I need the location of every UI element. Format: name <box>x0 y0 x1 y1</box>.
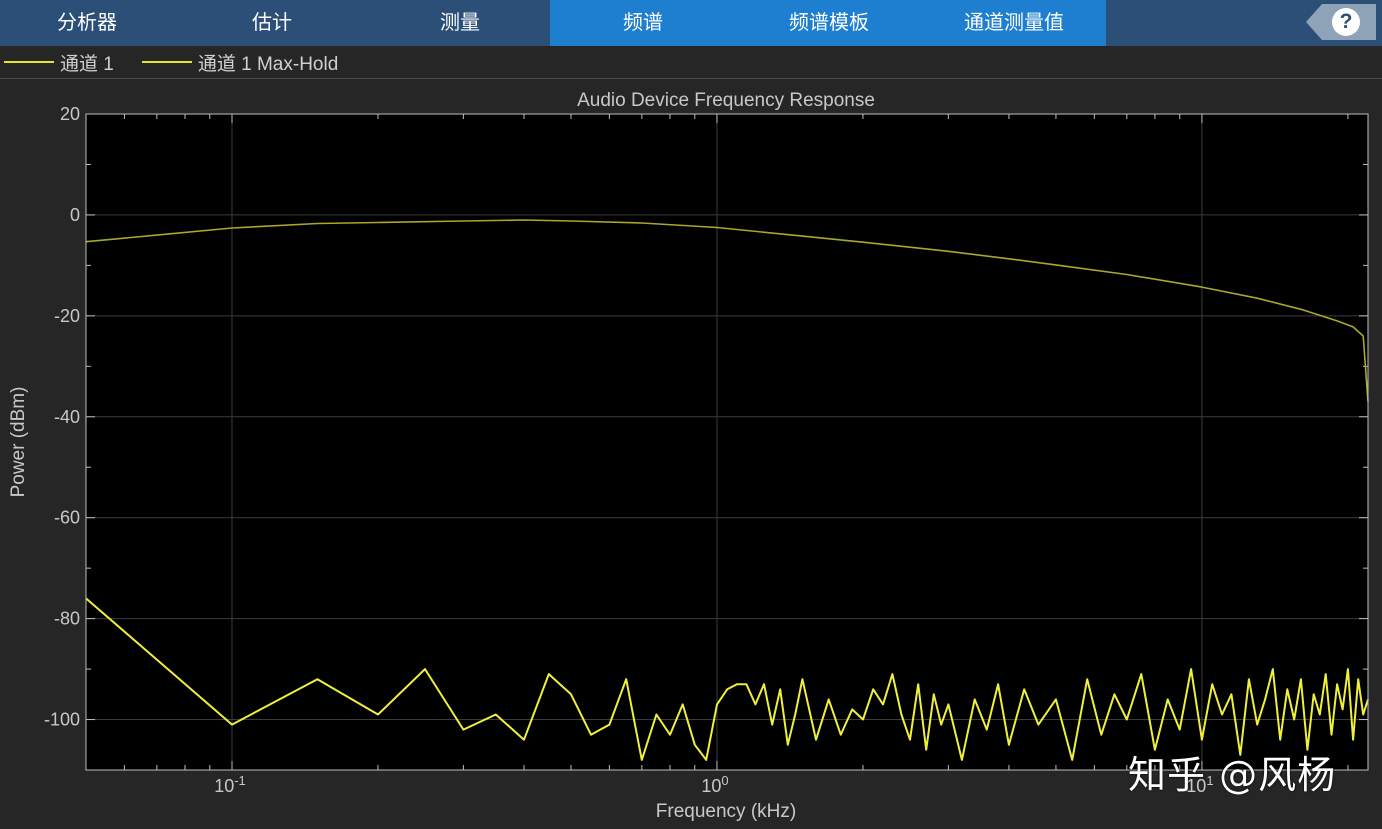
x-tick-label: 100 <box>701 773 728 796</box>
y-tick-label: -40 <box>54 407 80 427</box>
tab-spectral-mask[interactable]: 频谱模板 <box>736 0 922 46</box>
tab-analyzer[interactable]: 分析器 <box>0 0 174 46</box>
legend-item-channel-1[interactable]: 通道 1 <box>4 49 114 76</box>
legend-label: 通道 1 Max-Hold <box>197 53 339 75</box>
legend-label: 通道 1 <box>60 53 114 75</box>
legend-line-swatch-icon <box>141 61 192 63</box>
x-axis-label: Frequency (kHz) <box>656 801 796 822</box>
y-axis-label: Power (dBm) <box>8 387 29 498</box>
tab-estimation[interactable]: 估计 <box>174 0 370 46</box>
y-tick-label: -60 <box>54 508 80 528</box>
tab-channel-measurements[interactable]: 通道测量值 <box>922 0 1106 46</box>
plot-title: Audio Device Frequency Response <box>577 90 875 111</box>
y-tick-label: 0 <box>70 205 80 225</box>
toolstrip: 分析器 估计 测量 频谱 频谱模板 通道测量值 ? <box>0 0 1382 46</box>
y-tick-label: -80 <box>54 609 80 629</box>
help-icon[interactable]: ? <box>1332 8 1360 36</box>
tab-spectrum[interactable]: 频谱 <box>550 0 736 46</box>
help-button[interactable]: ? <box>1300 0 1382 46</box>
axes-area <box>86 114 1368 770</box>
legend-line-swatch-icon <box>4 61 54 63</box>
y-tick-label: -100 <box>44 710 80 730</box>
y-tick-label: 20 <box>60 104 80 124</box>
x-tick-label: 10-1 <box>214 773 246 796</box>
y-tick-label: -20 <box>54 306 80 326</box>
y-tick-labels: 20 0 -20 -40 -60 -80 -100 <box>44 104 80 730</box>
tab-measurements[interactable]: 测量 <box>370 0 550 46</box>
legend: 通道 1 通道 1 Max-Hold <box>0 46 1382 79</box>
watermark: 知乎 @风杨 <box>1128 753 1337 797</box>
x-tick-labels: 10-1 100 101 <box>214 773 1213 796</box>
legend-item-channel-1-maxhold[interactable]: 通道 1 Max-Hold <box>141 49 339 76</box>
spectrum-plot[interactable]: Audio Device Frequency Response 20 0 -20 -4… <box>0 79 1382 829</box>
